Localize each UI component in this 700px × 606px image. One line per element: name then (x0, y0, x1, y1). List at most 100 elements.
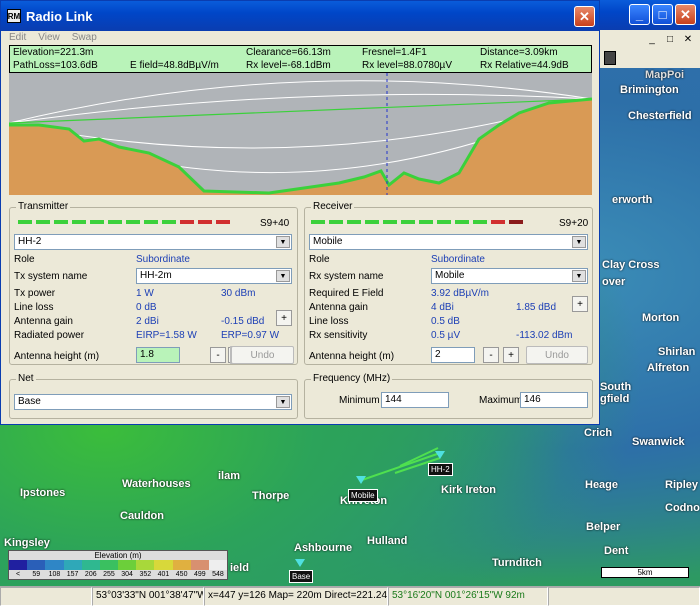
info-rxrelative: Rx Relative=44.9dB (480, 60, 569, 71)
status-empty (0, 587, 92, 606)
toolbar-icon[interactable] (604, 51, 616, 65)
freq-min-input[interactable]: 144 (381, 392, 449, 408)
tx-signal-label: S9+40 (260, 218, 290, 229)
base-marker-icon (295, 559, 305, 567)
rx-height-minus-button[interactable]: - (483, 347, 499, 363)
legend-swatch (190, 560, 209, 570)
minimize-button[interactable]: _ (629, 4, 650, 25)
tx-system-select[interactable]: HH-2m ▼ (136, 268, 292, 284)
chevron-down-icon: ▼ (572, 236, 586, 248)
transmitter-group: Transmitter S9+40 HH-2 ▼ Role Subordinat… (9, 201, 298, 365)
terrain-profile[interactable] (9, 73, 592, 195)
legend-value: 108 (48, 571, 61, 578)
rx-role-value: Subordinate (431, 254, 485, 265)
chevron-down-icon: ▼ (276, 396, 290, 408)
legend-value: 304 (121, 571, 133, 578)
tx-power-label: Tx power (14, 288, 56, 299)
tx-lineloss-value: 0 dB (136, 302, 157, 313)
rx-sensitivity-dbm: -113.02 dBm (516, 330, 573, 341)
hh2-marker-label[interactable]: HH-2 (428, 463, 453, 476)
tx-system-value: HH-2m (140, 270, 172, 281)
tx-role-value: Subordinate (136, 254, 190, 265)
rx-unit-select[interactable]: Mobile ▼ (309, 234, 588, 250)
radio-mobile-icon: RM (7, 9, 21, 23)
info-clearance: Clearance=66.13m (246, 47, 331, 58)
mdi-restore-button[interactable]: □ (662, 32, 678, 46)
tx-radiated-label: Radiated power (14, 330, 85, 341)
rx-signal-label: S9+20 (559, 218, 589, 229)
rx-lineloss-value: 0.5 dB (431, 316, 460, 327)
info-rxlevel-dbm: Rx level=-68.1dBm (246, 60, 331, 71)
tx-power-dbm: 30 dBm (221, 288, 256, 299)
chevron-down-icon: ▼ (572, 270, 586, 282)
legend-value: 499 (193, 571, 206, 578)
net-value: Base (18, 396, 41, 407)
tx-undo-button[interactable]: Undo (231, 346, 294, 364)
freq-max-input[interactable]: 146 (520, 392, 588, 408)
net-select[interactable]: Base ▼ (14, 394, 292, 410)
status-bar: 53°03'33"N 001°38'47"W x=447 y=126 Map= … (0, 586, 700, 606)
menu-view[interactable]: View (38, 31, 60, 45)
legend-swatch (63, 560, 82, 570)
legend-value: 255 (103, 571, 115, 578)
rx-gain-plus-button[interactable]: + (572, 296, 588, 312)
elevation-legend: Elevation (m) <59 108 157 206 255 304 352 401 45… (8, 550, 228, 580)
tx-gain-dbi: 2 dBi (136, 316, 159, 327)
mdi-minimize-button[interactable]: _ (644, 32, 660, 46)
rx-system-value: Mobile (435, 270, 465, 281)
rx-gain-dbi: 4 dBi (431, 302, 454, 313)
rx-undo-button[interactable]: Undo (526, 346, 588, 364)
terrain-profile-graphic (9, 73, 592, 195)
rx-height-plus-button[interactable]: + (503, 347, 519, 363)
info-distance: Distance=3.09km (480, 47, 558, 58)
menu-swap[interactable]: Swap (72, 31, 97, 45)
mobile-marker-label[interactable]: Mobile (348, 489, 378, 502)
dialog-close-button[interactable]: ✕ (574, 6, 595, 27)
rx-role-label: Role (309, 254, 330, 265)
tx-unit-select[interactable]: HH-2 ▼ (14, 234, 292, 250)
rx-gain-label: Antenna gain (309, 302, 368, 313)
status-coords: 53°03'33"N 001°38'47"W (92, 587, 204, 606)
freq-max-label: Maximum (479, 395, 523, 406)
rx-lineloss-label: Line loss (309, 316, 349, 327)
net-group: Net Base ▼ (9, 373, 298, 419)
rx-system-select[interactable]: Mobile ▼ (431, 268, 588, 284)
dialog-titlebar[interactable]: RM Radio Link ✕ (1, 1, 599, 31)
receiver-group-label: Receiver (311, 201, 355, 212)
legend-swatch (27, 560, 46, 570)
tx-system-label: Tx system name (14, 271, 88, 282)
legend-color-row (9, 560, 228, 570)
rx-signal-meter (311, 220, 523, 226)
legend-value: 59 (32, 571, 41, 578)
receiver-group: Receiver S9+20 Mobile ▼ Role Subordinate… (304, 201, 593, 365)
dialog-title: Radio Link (26, 8, 93, 24)
tx-gain-label: Antenna gain (14, 316, 73, 327)
legend-title: Elevation (m) (94, 551, 142, 560)
maximize-button[interactable]: □ (652, 4, 673, 25)
legend-swatch (172, 560, 191, 570)
rx-efield-value: 3.92 dBµV/m (431, 288, 490, 299)
mdi-close-button[interactable]: ✕ (680, 32, 696, 46)
legend-swatch (136, 560, 155, 570)
base-marker-label[interactable]: Base (289, 570, 314, 583)
close-button[interactable]: ✕ (675, 4, 696, 25)
app-toolbar (598, 48, 700, 68)
tx-height-input[interactable]: 1.8 (136, 347, 180, 363)
menu-edit[interactable]: Edit (9, 31, 26, 45)
info-pathloss: PathLoss=103.6dB (13, 60, 98, 71)
legend-value: 450 (175, 571, 188, 578)
legend-swatch (99, 560, 119, 570)
rx-gain-dbd: 1.85 dBd (516, 302, 557, 313)
legend-swatch (81, 560, 100, 570)
tx-height-minus-button[interactable]: - (210, 347, 226, 363)
legend-swatch (118, 560, 137, 570)
tx-unit-value: HH-2 (18, 236, 42, 247)
status-info: x=447 y=126 Map= 220m Direct=221.24m S (204, 587, 388, 606)
tx-height-label: Antenna height (m) (14, 351, 100, 362)
legend-value: 352 (139, 571, 152, 578)
legend-value: 157 (66, 571, 79, 578)
rx-height-input[interactable]: 2 (431, 347, 475, 363)
tx-gain-plus-button[interactable]: + (276, 310, 292, 326)
legend-value: 401 (157, 571, 170, 578)
legend-value: 548 (212, 571, 224, 578)
